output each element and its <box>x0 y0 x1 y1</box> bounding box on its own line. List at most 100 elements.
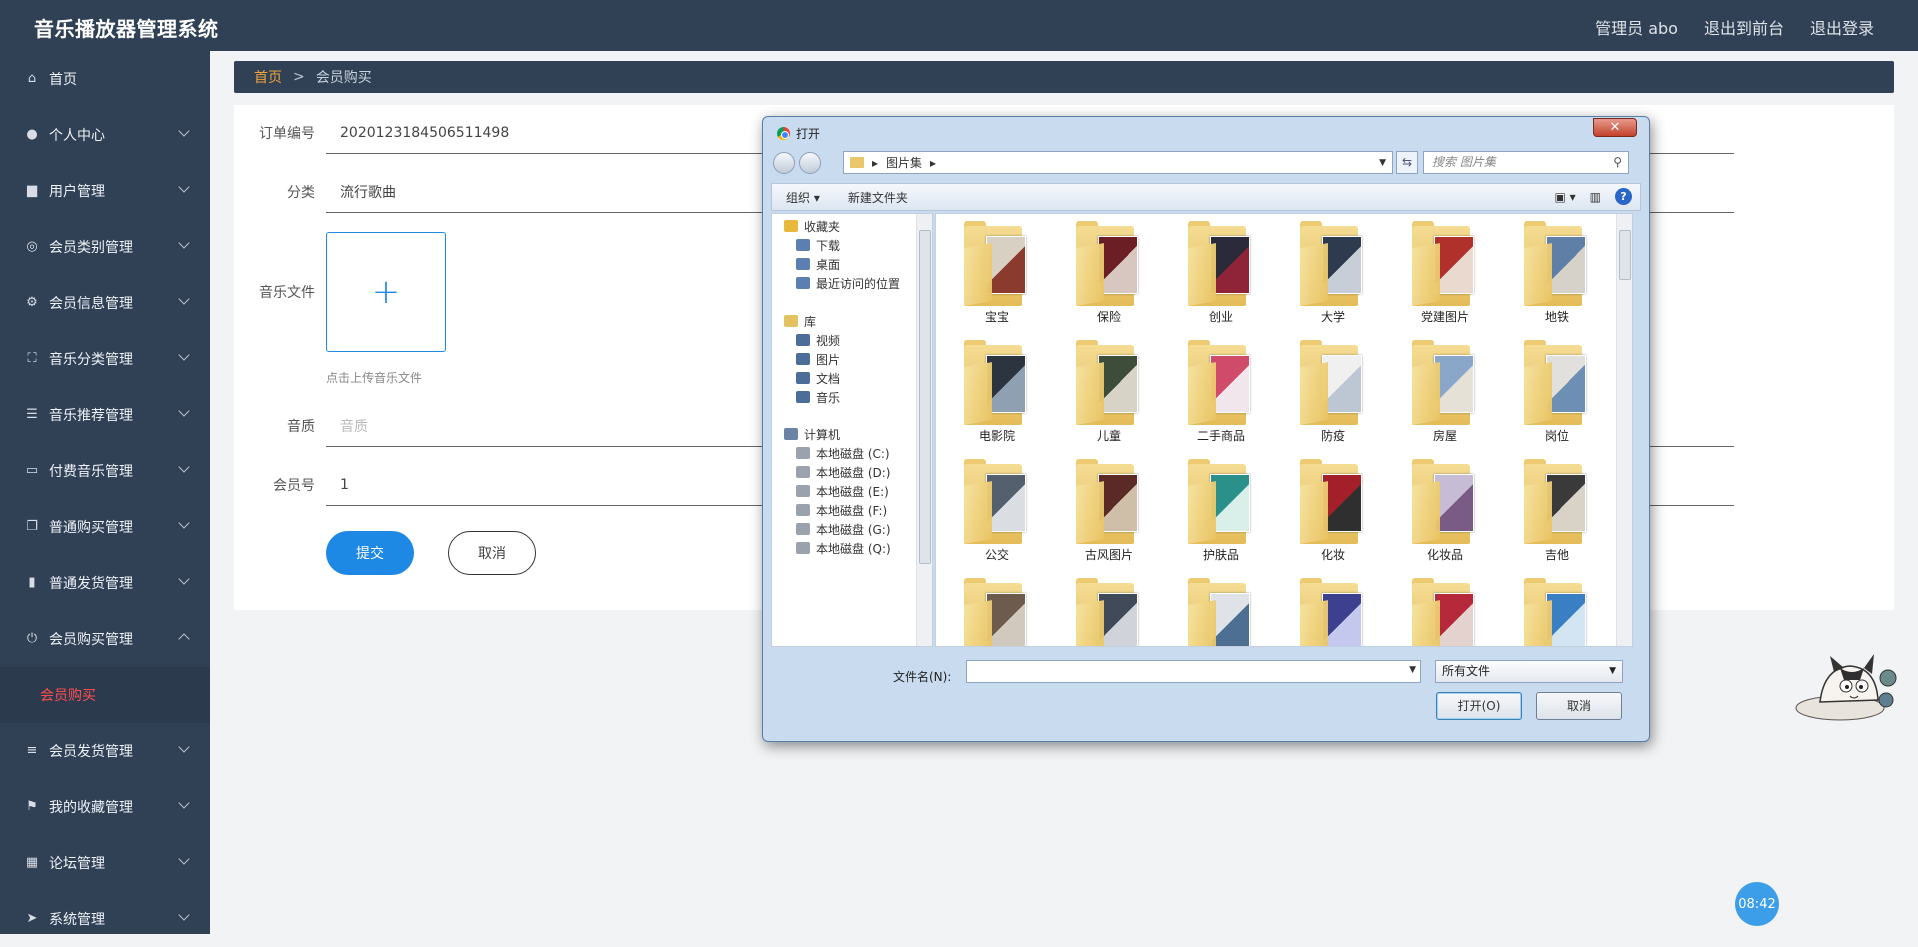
preview-pane-icon[interactable]: ▥ <box>1590 190 1601 204</box>
drive-item[interactable]: 本地磁盘 (G:) <box>796 519 891 539</box>
sidebar-item-11[interactable]: ≡ 会员发货管理 <box>0 723 210 779</box>
drive-item[interactable]: 本地磁盘 (C:) <box>796 443 890 463</box>
drive-item[interactable]: 本地磁盘 (E:) <box>796 481 889 501</box>
folder-icon <box>1076 600 1104 646</box>
drive-item-label: 本地磁盘 (C:) <box>816 446 890 461</box>
drive-icon <box>796 447 810 459</box>
folder-item[interactable]: 化妆 <box>1288 454 1378 564</box>
folder-item[interactable]: 房屋 <box>1400 335 1490 445</box>
help-icon[interactable]: ? <box>1615 188 1632 205</box>
nav-scroll-thumb[interactable] <box>919 230 931 564</box>
sidebar-item-3[interactable]: ◎ 会员类别管理 <box>0 219 210 275</box>
folder-item[interactable]: 儿童 <box>1064 335 1154 445</box>
chevron-down-icon[interactable]: ▼ <box>1409 665 1416 675</box>
nav-scrollbar[interactable] <box>916 214 932 646</box>
folder-item[interactable]: 古风图片 <box>1064 454 1154 564</box>
folder-item[interactable]: 公交 <box>952 454 1042 564</box>
dialog-close-button[interactable]: ✕ <box>1593 118 1637 137</box>
sidebar-item-1[interactable]: ● 个人中心 <box>0 107 210 163</box>
library-subitem[interactable]: 视频 <box>796 330 840 350</box>
folder-icon <box>986 236 1026 294</box>
sidebar-item-9[interactable]: ▮ 普通发货管理 <box>0 555 210 611</box>
favorites-subitem[interactable]: 最近访问的位置 <box>796 273 900 293</box>
sidebar-item-10[interactable]: ⏻ 会员购买管理 <box>0 611 210 667</box>
favorites-subitem[interactable]: 桌面 <box>796 254 840 274</box>
submit-button[interactable]: 提交 <box>326 531 414 575</box>
folder-item[interactable]: 地铁 <box>1512 216 1602 326</box>
sidebar-item-4[interactable]: ⚙ 会员信息管理 <box>0 275 210 331</box>
back-arrow-icon[interactable] <box>773 152 795 174</box>
sidebar-item-8[interactable]: ❐ 普通购买管理 <box>0 499 210 555</box>
folder-icon <box>1188 600 1216 646</box>
search-input[interactable]: 搜索 图片集 ⚲ <box>1423 151 1629 174</box>
exit-to-frontend-link[interactable]: 退出到前台 <box>1704 15 1784 39</box>
chevron-down-icon <box>178 853 190 865</box>
logout-link[interactable]: 退出登录 <box>1810 15 1874 39</box>
sidebar-subitem-active[interactable]: 会员购买 <box>0 667 210 723</box>
drive-item[interactable]: 本地磁盘 (D:) <box>796 462 890 482</box>
folder-item[interactable]: 岗位 <box>1512 335 1602 445</box>
folder-item[interactable] <box>1400 573 1490 646</box>
content-scroll-thumb[interactable] <box>1619 230 1631 280</box>
folder-item[interactable]: 化妆品 <box>1400 454 1490 564</box>
folder-item[interactable] <box>952 573 1042 646</box>
dialog-cancel-button[interactable]: 取消 <box>1536 692 1622 720</box>
folder-item[interactable] <box>1064 573 1154 646</box>
new-folder-button[interactable]: 新建文件夹 <box>834 189 922 206</box>
admin-user-link[interactable]: 管理员 abo <box>1595 15 1678 39</box>
sidebar-item-2[interactable]: ▆ 用户管理 <box>0 163 210 219</box>
upload-hint: 点击上传音乐文件 <box>326 371 423 385</box>
sidebar-item-6[interactable]: ☰ 音乐推荐管理 <box>0 387 210 443</box>
library-subitem[interactable]: 音乐 <box>796 387 840 407</box>
folder-name: 大学 <box>1320 310 1345 324</box>
drive-item[interactable]: 本地磁盘 (Q:) <box>796 538 891 558</box>
folder-icon <box>1188 481 1216 544</box>
folder-item[interactable]: 保险 <box>1064 216 1154 326</box>
cancel-button[interactable]: 取消 <box>448 531 536 575</box>
folder-item[interactable] <box>1288 573 1378 646</box>
folder-item[interactable] <box>1176 573 1266 646</box>
folder-item[interactable]: 防疫 <box>1288 335 1378 445</box>
folder-item[interactable]: 吉他 <box>1512 454 1602 564</box>
folder-item[interactable] <box>1512 573 1602 646</box>
sidebar-item-12[interactable]: ⚑ 我的收藏管理 <box>0 779 210 835</box>
organize-button[interactable]: 组织 ▾ <box>772 189 834 206</box>
filetype-select[interactable]: 所有文件 ▼ <box>1435 660 1623 683</box>
folder-icon <box>796 258 810 270</box>
search-icon[interactable]: ⚲ <box>1613 152 1622 173</box>
folder-item[interactable]: 创业 <box>1176 216 1266 326</box>
address-bar[interactable]: ▸ 图片集 ▸ ▼ <box>843 151 1393 174</box>
refresh-icon[interactable]: ⇆ <box>1396 151 1418 174</box>
folder-item[interactable]: 二手商品 <box>1176 335 1266 445</box>
drive-icon <box>796 485 810 497</box>
filename-input[interactable]: ▼ <box>966 660 1421 683</box>
view-mode-icon[interactable]: ▣ ▾ <box>1554 190 1575 204</box>
folder-item[interactable]: 大学 <box>1288 216 1378 326</box>
sidebar-item-13[interactable]: ▦ 论坛管理 <box>0 835 210 891</box>
folder-item[interactable]: 宝宝 <box>952 216 1042 326</box>
sidebar-item-0[interactable]: ⌂ 首页 <box>0 51 210 107</box>
favorites-item[interactable]: 收藏夹 <box>784 216 840 236</box>
library-icon <box>784 315 798 327</box>
open-button[interactable]: 打开(O) <box>1436 692 1522 720</box>
content-scrollbar[interactable] <box>1616 214 1632 646</box>
folder-item[interactable]: 护肤品 <box>1176 454 1266 564</box>
sidebar-item-7[interactable]: ▭ 付费音乐管理 <box>0 443 210 499</box>
libraries-item[interactable]: 库 <box>784 311 816 331</box>
library-subitem[interactable]: 图片 <box>796 349 840 369</box>
sidebar-item-14[interactable]: ➤ 系统管理 <box>0 891 210 947</box>
chevron-down-icon[interactable]: ▼ <box>1379 158 1386 168</box>
favorites-subitem[interactable]: 下载 <box>796 235 840 255</box>
library-subitem[interactable]: 文档 <box>796 368 840 388</box>
favorites-item-label: 收藏夹 <box>804 219 841 234</box>
forward-arrow-icon[interactable] <box>799 152 821 174</box>
upload-music-button[interactable]: + <box>326 232 446 352</box>
folder-item[interactable]: 电影院 <box>952 335 1042 445</box>
folder-icon <box>1076 362 1104 425</box>
computer-icon <box>784 428 798 440</box>
drive-item[interactable]: 本地磁盘 (F:) <box>796 500 887 520</box>
breadcrumb-home[interactable]: 首页 <box>254 67 282 87</box>
folder-item[interactable]: 党建图片 <box>1400 216 1490 326</box>
computer-item[interactable]: 计算机 <box>784 424 840 444</box>
sidebar-item-5[interactable]: ⛶ 音乐分类管理 <box>0 331 210 387</box>
